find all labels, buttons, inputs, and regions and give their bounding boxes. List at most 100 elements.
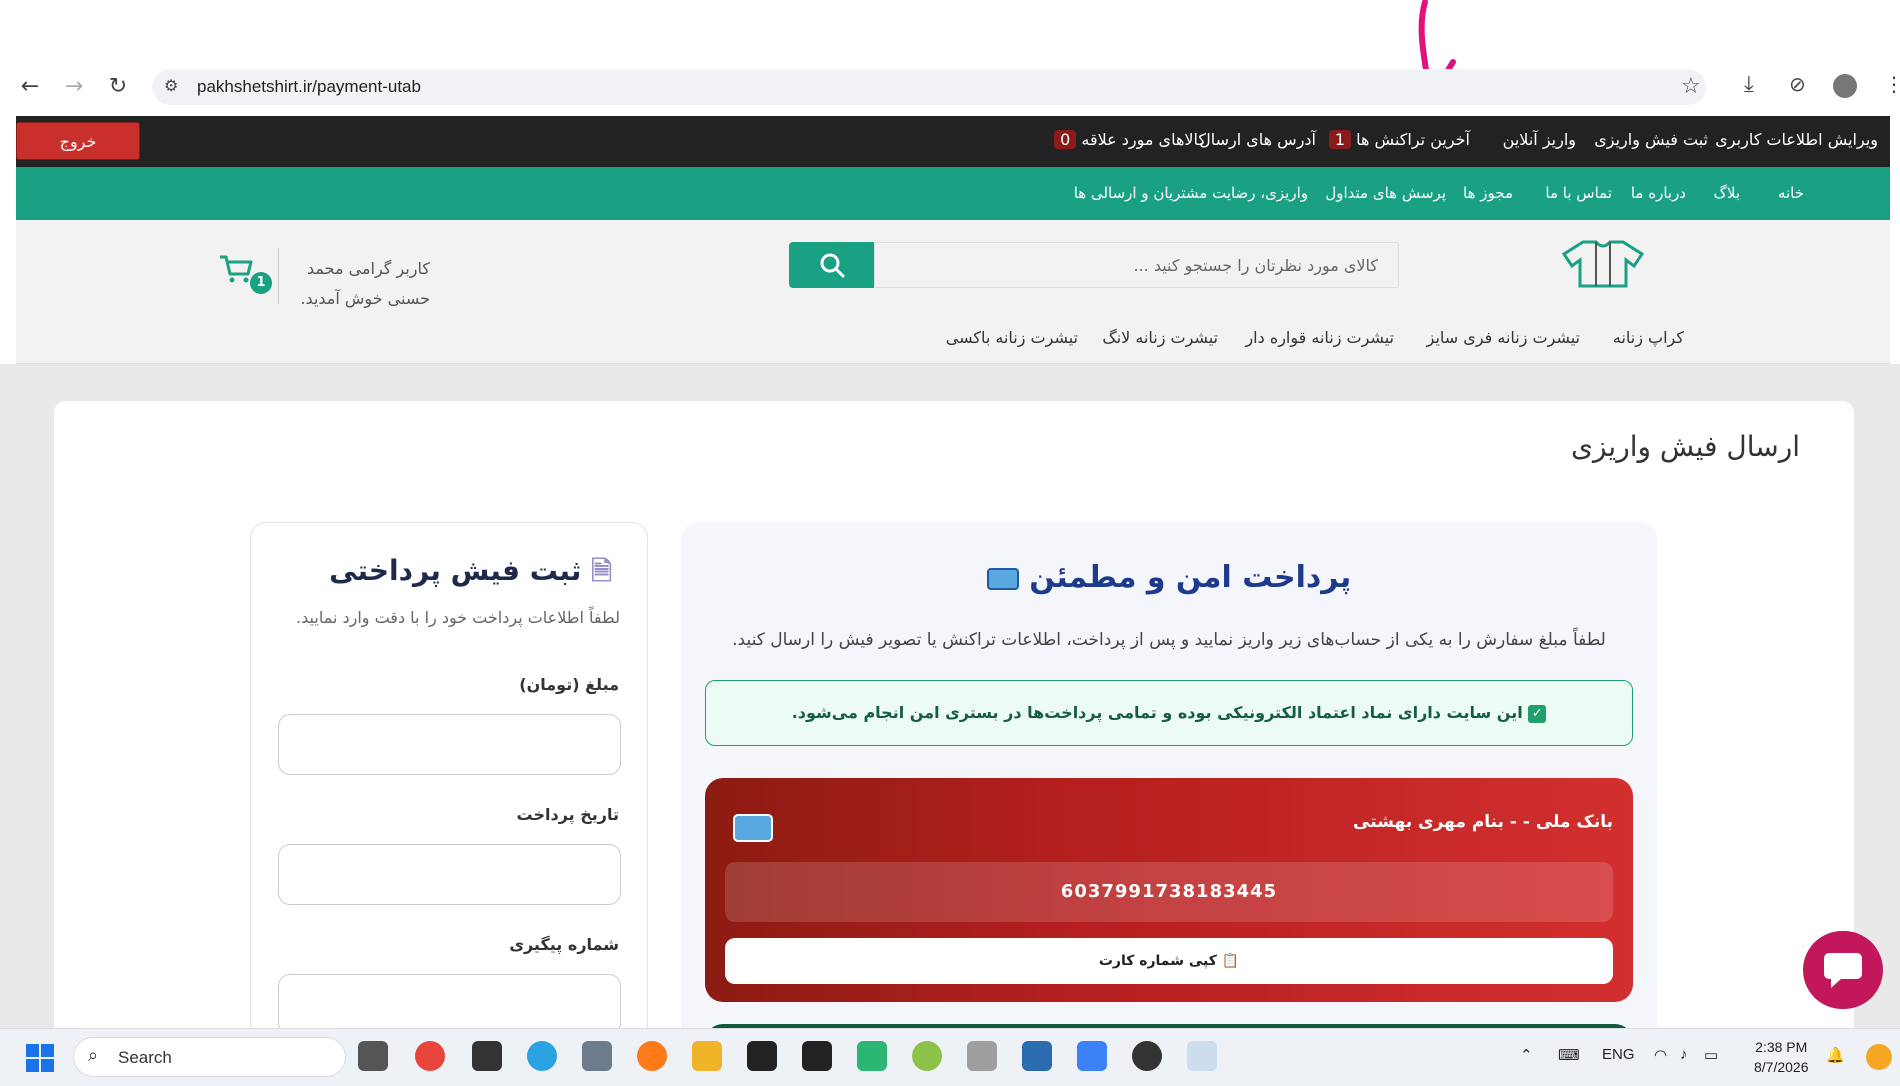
nav-edit-profile[interactable]: ویرایش اطلاعات کاربری: [1715, 130, 1878, 149]
sticky-notes-icon[interactable]: [802, 1041, 832, 1071]
tray-chevron-icon[interactable]: ⌃: [1520, 1046, 1533, 1064]
page-title: ارسال فیش واریزی: [1571, 430, 1800, 463]
secure-note: ✓ این سایت دارای نماد اعتماد الکترونیکی …: [705, 680, 1633, 746]
address-bar[interactable]: ⚙ pakhshetshirt.ir/payment-utab: [152, 69, 1706, 105]
form-subtitle: لطفاً اطلاعات پرداخت خود را با دقت وارد …: [296, 608, 620, 627]
chrome-icon[interactable]: [415, 1041, 445, 1071]
battery-icon[interactable]: ▭: [1704, 1046, 1718, 1064]
reload-icon[interactable]: ↻: [100, 68, 136, 104]
category-nav: کراپ زنانه تیشرت زنانه فری سایز تیشرت زن…: [16, 314, 1890, 364]
favorites-badge: 0: [1054, 130, 1077, 149]
bookmark-star-icon[interactable]: ☆: [1681, 74, 1701, 99]
cat-fitted[interactable]: تیشرت زنانه قواره دار: [1245, 328, 1394, 347]
user-greeting: کاربر گرامی محمد حسنی خوش آمدید.: [296, 254, 430, 314]
nav-licenses[interactable]: مجوز ها: [1463, 184, 1513, 202]
payment-info-panel: پرداخت امن و مطمئن لطفاً مبلغ سفارش را ب…: [681, 522, 1657, 1084]
cart-count-badge: 1: [250, 272, 272, 294]
greeting-line1: کاربر گرامی محمد: [306, 259, 430, 278]
clock[interactable]: 2:38 PM 8/7/2026: [1754, 1037, 1809, 1077]
search-placeholder: کالای مورد نظرتان را جستجو کنید ...: [1133, 256, 1378, 275]
clock-date: 8/7/2026: [1754, 1059, 1809, 1075]
profile-avatar[interactable]: [1833, 74, 1857, 98]
media-player-icon[interactable]: [1132, 1041, 1162, 1071]
taskbar-search[interactable]: ⌕ Search: [73, 1037, 346, 1077]
calculator-icon[interactable]: [582, 1041, 612, 1071]
chat-button[interactable]: [1803, 931, 1883, 1009]
account-nav: ویرایش اطلاعات کاربری ثبت فیش واریزی وار…: [16, 116, 1890, 167]
taskbar-search-label: Search: [118, 1048, 172, 1067]
transactions-badge: 1: [1328, 130, 1352, 149]
notepad-icon[interactable]: [1022, 1041, 1052, 1071]
nav-testimonials[interactable]: واریزی، رضایت مشتریان و ارسالی ها: [1074, 184, 1308, 202]
weather-icon[interactable]: [1866, 1044, 1892, 1070]
document-icon: 🗎: [591, 557, 612, 587]
header-divider: [278, 248, 279, 304]
app-icon-2[interactable]: [912, 1041, 942, 1071]
copy-card-label: کپی شماره کارت: [1098, 953, 1217, 969]
lock-app-icon[interactable]: [472, 1041, 502, 1071]
nav-favorites[interactable]: کالاهای مورد علاقه 0: [1050, 130, 1206, 149]
tracking-field[interactable]: [278, 974, 621, 1035]
nav-transactions[interactable]: آخرین تراکنش ها 1: [1325, 130, 1470, 149]
keyboard-icon[interactable]: ⌨: [1558, 1046, 1580, 1064]
amount-field[interactable]: [278, 714, 621, 775]
site-info-icon[interactable]: ⚙: [164, 76, 178, 95]
copy-card-button[interactable]: 📋 کپی شماره کارت: [725, 938, 1613, 984]
firefox-icon[interactable]: [637, 1041, 667, 1071]
search-button[interactable]: [789, 242, 874, 288]
download-icon[interactable]: ⤓: [1744, 72, 1754, 97]
date-label: تاریخ پرداخت: [516, 805, 619, 824]
wifi-icon[interactable]: ◠: [1654, 1046, 1667, 1064]
main-nav: خانه بلاگ درباره ما تماس با ما مجوز ها پ…: [16, 167, 1890, 220]
file-explorer-icon[interactable]: [692, 1041, 722, 1071]
pen-app-icon[interactable]: [967, 1041, 997, 1071]
menu-icon[interactable]: ⋮: [1884, 72, 1900, 96]
payment-description: لطفاً مبلغ سفارش را به یکی از حساب‌های ز…: [732, 630, 1606, 650]
language-indicator[interactable]: ENG: [1602, 1046, 1635, 1063]
nav-contact[interactable]: تماس با ما: [1545, 184, 1612, 202]
date-field[interactable]: [278, 844, 621, 905]
cat-freesize[interactable]: تیشرت زنانه فری سایز: [1427, 328, 1580, 347]
search-input[interactable]: کالای مورد نظرتان را جستجو کنید ...: [874, 242, 1399, 288]
task-view-icon[interactable]: [358, 1041, 388, 1071]
telegram-icon[interactable]: [527, 1041, 557, 1071]
volume-icon[interactable]: ♪: [1680, 1046, 1688, 1063]
nav-online-payment[interactable]: واریز آنلاین: [1503, 130, 1576, 149]
cat-boxy[interactable]: تیشرت زنانه باکسی: [946, 328, 1078, 347]
nav-transactions-label: آخرین تراکنش ها: [1356, 130, 1470, 149]
vpn-icon[interactable]: [857, 1041, 887, 1071]
nav-home[interactable]: خانه: [1778, 184, 1804, 202]
taskbar-search-icon: ⌕: [88, 1045, 99, 1066]
greeting-line2: حسنی خوش آمدید.: [300, 289, 430, 308]
bank-card: بانک ملی - - بنام مهری بهشتی 60379917381…: [705, 778, 1633, 1002]
nav-faq[interactable]: پرسش های متداول: [1325, 184, 1446, 202]
payment-title: پرداخت امن و مطمئن: [681, 560, 1657, 595]
nav-blog[interactable]: بلاگ: [1713, 184, 1740, 202]
cart-button[interactable]: 1: [218, 254, 274, 294]
cat-long[interactable]: تیشرت زنانه لانگ: [1102, 328, 1218, 347]
chat-icon: [1824, 953, 1862, 988]
receipt-form: 🗎 ثبت فیش پرداختی لطفاً اطلاعات پرداخت خ…: [250, 522, 648, 1082]
nav-submit-receipt[interactable]: ثبت فیش واریزی: [1594, 130, 1708, 149]
payment-title-text: پرداخت امن و مطمئن: [1029, 560, 1352, 595]
bank-name: بانک ملی - - بنام مهری بهشتی: [1353, 812, 1613, 832]
notification-bell-icon[interactable]: 🔔: [1826, 1046, 1845, 1064]
windows-start-icon[interactable]: [26, 1044, 54, 1072]
app-icon-1[interactable]: [747, 1041, 777, 1071]
nav-addresses[interactable]: آدرس های ارسال: [1199, 130, 1316, 149]
extension-icon[interactable]: ⊘: [1789, 72, 1806, 96]
logo-tshirt-icon[interactable]: [1558, 238, 1648, 290]
photos-icon[interactable]: [1077, 1041, 1107, 1071]
back-icon[interactable]: ←: [12, 68, 48, 104]
secure-note-text: این سایت دارای نماد اعتماد الکترونیکی بو…: [791, 703, 1523, 722]
cat-crop[interactable]: کراپ زنانه: [1613, 328, 1684, 347]
cart-icon: [220, 255, 253, 283]
forward-icon[interactable]: →: [56, 68, 92, 104]
nav-about[interactable]: درباره ما: [1631, 184, 1686, 202]
nav-favorites-label: کالاهای مورد علاقه: [1081, 130, 1206, 149]
snipping-tool-icon[interactable]: [1187, 1041, 1217, 1071]
tracking-label: شماره پیگیری: [509, 935, 619, 954]
clock-time: 2:38 PM: [1755, 1039, 1808, 1055]
check-icon: ✓: [1528, 704, 1547, 723]
logout-button[interactable]: خروج: [16, 122, 140, 160]
